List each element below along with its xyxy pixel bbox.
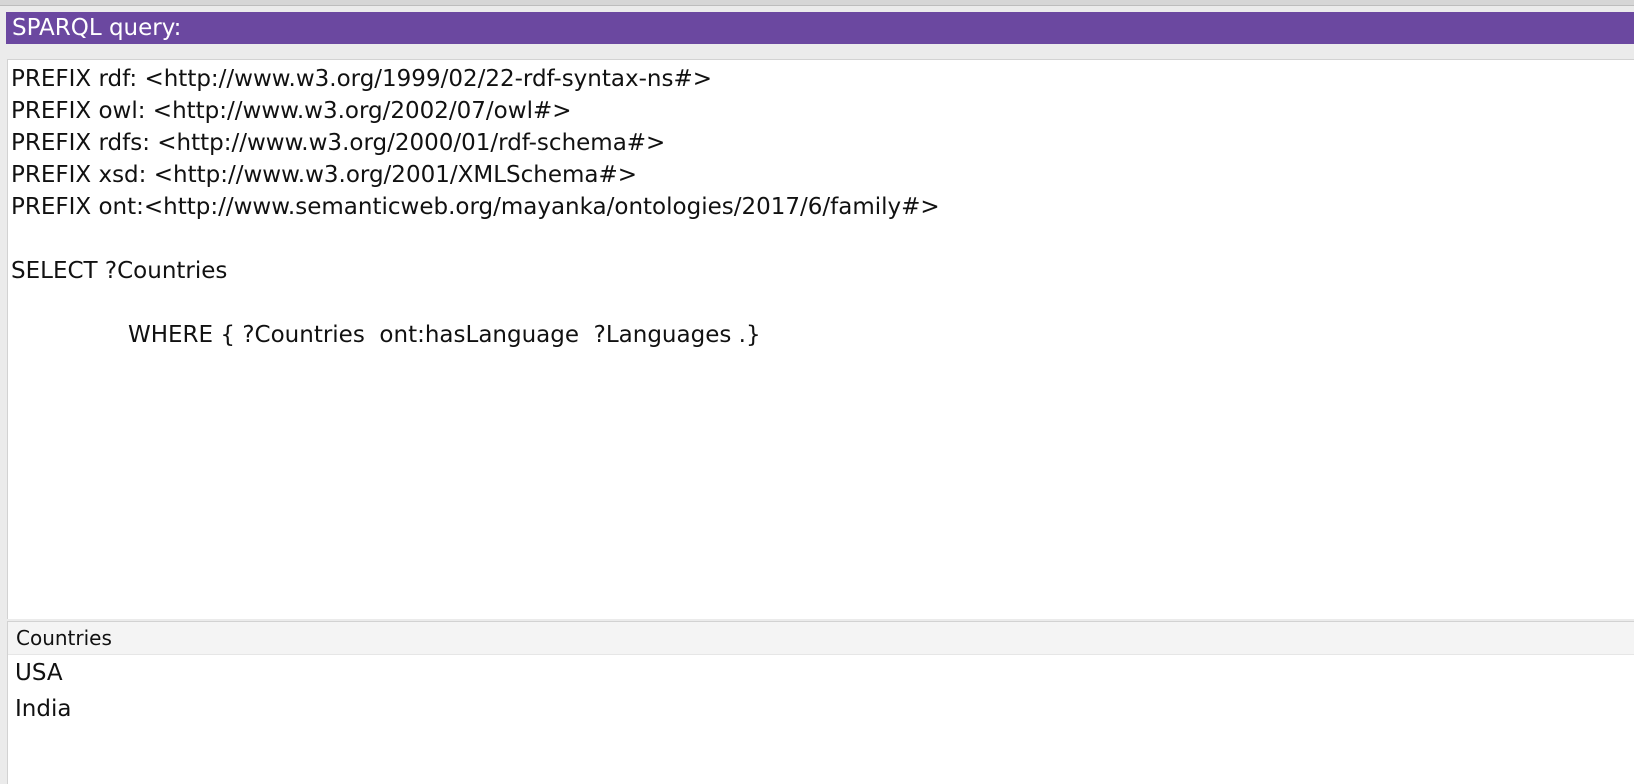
header-title: SPARQL query: bbox=[12, 15, 182, 41]
results-table: Countries USA India bbox=[7, 621, 1634, 784]
sparql-query-header: SPARQL query: bbox=[6, 12, 1634, 44]
table-row[interactable]: USA bbox=[8, 655, 1634, 691]
table-row[interactable]: India bbox=[8, 691, 1634, 727]
query-editor[interactable]: PREFIX rdf: <http://www.w3.org/1999/02/2… bbox=[7, 59, 1634, 619]
window-top-edge bbox=[0, 0, 1634, 6]
column-header-countries[interactable]: Countries bbox=[8, 622, 1634, 655]
query-text[interactable]: PREFIX rdf: <http://www.w3.org/1999/02/2… bbox=[11, 63, 940, 351]
